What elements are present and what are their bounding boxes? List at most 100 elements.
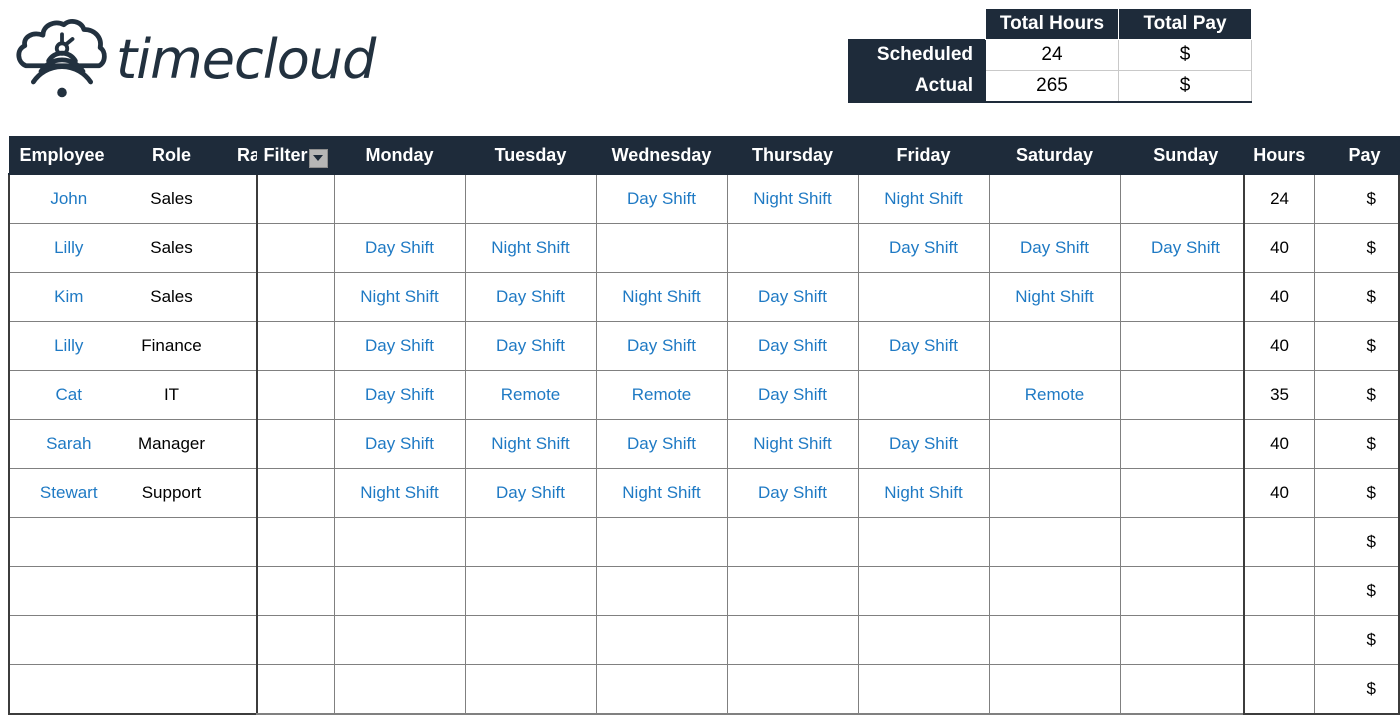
employee-name-cell[interactable]: Kim: [8, 272, 129, 322]
pay-cell[interactable]: $: [1314, 370, 1400, 420]
shift-cell-tuesday[interactable]: Day Shift: [464, 321, 597, 371]
filter-cell[interactable]: [256, 321, 335, 371]
shift-cell-sunday[interactable]: Day Shift: [1119, 223, 1253, 273]
employee-role-cell[interactable]: Support: [127, 468, 216, 518]
hours-cell[interactable]: 40: [1243, 272, 1316, 322]
shift-cell-saturday[interactable]: [988, 174, 1121, 224]
filter-header[interactable]: Filter: [256, 136, 335, 175]
hours-cell[interactable]: 40: [1243, 468, 1316, 518]
shift-cell-tuesday[interactable]: Night Shift: [464, 223, 597, 273]
employee-role-cell[interactable]: [127, 566, 216, 616]
hours-cell[interactable]: [1243, 566, 1316, 616]
shift-cell-sunday[interactable]: [1119, 664, 1253, 715]
shift-cell-friday[interactable]: Day Shift: [857, 419, 990, 469]
shift-cell-thursday[interactable]: Night Shift: [726, 174, 859, 224]
pay-cell[interactable]: $: [1314, 174, 1400, 224]
employee-name-cell[interactable]: Cat: [8, 370, 129, 420]
hours-cell[interactable]: [1243, 517, 1316, 567]
shift-cell-friday[interactable]: Night Shift: [857, 174, 990, 224]
pay-cell[interactable]: $: [1314, 321, 1400, 371]
shift-cell-tuesday[interactable]: Day Shift: [464, 272, 597, 322]
shift-cell-monday[interactable]: Day Shift: [333, 370, 466, 420]
shift-cell-tuesday[interactable]: [464, 566, 597, 616]
employee-name-cell[interactable]: [8, 517, 129, 567]
pay-cell[interactable]: $: [1314, 566, 1400, 616]
column-header-role[interactable]: Role: [127, 136, 216, 175]
hours-cell[interactable]: 24: [1243, 174, 1316, 224]
shift-cell-thursday[interactable]: Day Shift: [726, 468, 859, 518]
filter-cell[interactable]: [256, 223, 335, 273]
pay-cell[interactable]: $: [1314, 419, 1400, 469]
employee-role-cell[interactable]: Manager: [127, 419, 216, 469]
employee-name-cell[interactable]: [8, 566, 129, 616]
employee-role-cell[interactable]: [127, 664, 216, 715]
employee-name-cell[interactable]: [8, 615, 129, 665]
pay-cell[interactable]: $: [1314, 272, 1400, 322]
shift-cell-monday[interactable]: Night Shift: [333, 468, 466, 518]
shift-cell-monday[interactable]: Day Shift: [333, 223, 466, 273]
employee-role-cell[interactable]: Sales: [127, 223, 216, 273]
hours-cell[interactable]: 40: [1243, 223, 1316, 273]
shift-cell-sunday[interactable]: [1119, 615, 1253, 665]
shift-cell-tuesday[interactable]: Night Shift: [464, 419, 597, 469]
employee-role-cell[interactable]: [127, 615, 216, 665]
shift-cell-wednesday[interactable]: [595, 664, 728, 715]
shift-cell-saturday[interactable]: [988, 517, 1121, 567]
hours-cell[interactable]: 35: [1243, 370, 1316, 420]
shift-cell-tuesday[interactable]: Day Shift: [464, 468, 597, 518]
shift-cell-tuesday[interactable]: Remote: [464, 370, 597, 420]
shift-cell-monday[interactable]: Day Shift: [333, 321, 466, 371]
shift-cell-saturday[interactable]: [988, 566, 1121, 616]
column-header-saturday[interactable]: Saturday: [988, 136, 1121, 175]
shift-cell-tuesday[interactable]: [464, 615, 597, 665]
shift-cell-thursday[interactable]: Day Shift: [726, 272, 859, 322]
hours-cell[interactable]: 40: [1243, 321, 1316, 371]
filter-cell[interactable]: [256, 566, 335, 616]
employee-role-cell[interactable]: Finance: [127, 321, 216, 371]
shift-cell-friday[interactable]: Day Shift: [857, 223, 990, 273]
shift-cell-thursday[interactable]: [726, 223, 859, 273]
shift-cell-sunday[interactable]: [1119, 566, 1253, 616]
shift-cell-saturday[interactable]: Day Shift: [988, 223, 1121, 273]
shift-cell-sunday[interactable]: [1119, 370, 1253, 420]
shift-cell-thursday[interactable]: Night Shift: [726, 419, 859, 469]
shift-cell-monday[interactable]: [333, 517, 466, 567]
shift-cell-sunday[interactable]: [1119, 272, 1253, 322]
column-header-tuesday[interactable]: Tuesday: [464, 136, 597, 175]
shift-cell-thursday[interactable]: Day Shift: [726, 321, 859, 371]
shift-cell-monday[interactable]: [333, 664, 466, 715]
filter-cell[interactable]: [256, 272, 335, 322]
column-header-thursday[interactable]: Thursday: [726, 136, 859, 175]
shift-cell-wednesday[interactable]: Remote: [595, 370, 728, 420]
shift-cell-monday[interactable]: [333, 174, 466, 224]
shift-cell-sunday[interactable]: [1119, 468, 1253, 518]
shift-cell-thursday[interactable]: [726, 664, 859, 715]
employee-role-cell[interactable]: Sales: [127, 272, 216, 322]
column-header-sunday[interactable]: Sunday: [1119, 136, 1252, 175]
employee-name-cell[interactable]: John: [8, 174, 129, 224]
shift-cell-sunday[interactable]: [1119, 517, 1253, 567]
employee-role-cell[interactable]: Sales: [127, 174, 216, 224]
column-header-hours[interactable]: Hours: [1243, 136, 1316, 175]
shift-cell-friday[interactable]: [857, 370, 990, 420]
column-header-monday[interactable]: Monday: [333, 136, 466, 175]
shift-cell-friday[interactable]: [857, 517, 990, 567]
shift-cell-saturday[interactable]: [988, 321, 1121, 371]
shift-cell-monday[interactable]: [333, 615, 466, 665]
pay-cell[interactable]: $: [1314, 468, 1400, 518]
employee-role-cell[interactable]: [127, 517, 216, 567]
shift-cell-sunday[interactable]: [1119, 419, 1253, 469]
hours-cell[interactable]: 40: [1243, 419, 1316, 469]
filter-cell[interactable]: [256, 615, 335, 665]
shift-cell-wednesday[interactable]: Day Shift: [595, 419, 728, 469]
shift-cell-wednesday[interactable]: Night Shift: [595, 272, 728, 322]
shift-cell-monday[interactable]: Night Shift: [333, 272, 466, 322]
pay-cell[interactable]: $: [1314, 664, 1400, 715]
pay-cell[interactable]: $: [1314, 615, 1400, 665]
employee-role-cell[interactable]: IT: [127, 370, 216, 420]
employee-name-cell[interactable]: Sarah: [8, 419, 129, 469]
shift-cell-wednesday[interactable]: Day Shift: [595, 321, 728, 371]
shift-cell-saturday[interactable]: [988, 615, 1121, 665]
hours-cell[interactable]: [1243, 664, 1316, 715]
shift-cell-friday[interactable]: [857, 615, 990, 665]
